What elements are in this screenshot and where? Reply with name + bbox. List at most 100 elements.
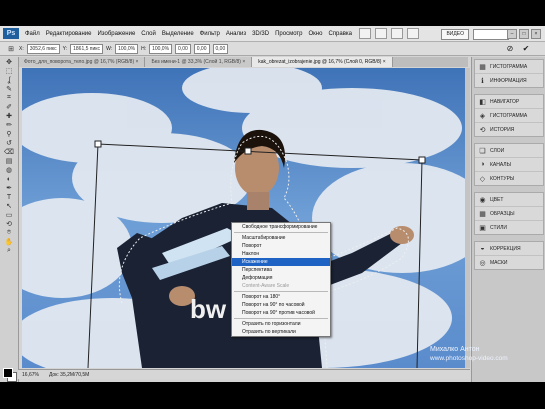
3d-camera-icon[interactable]: ⌾	[2, 229, 16, 237]
panel-button[interactable]: ◑ Каналы	[475, 158, 543, 172]
panel-label: Гистограмма	[490, 63, 528, 70]
pen-icon[interactable]: ✒	[2, 184, 16, 192]
context-menu-item[interactable]: Отразить по горизонтали	[232, 320, 330, 328]
zoom-level-icon[interactable]	[391, 28, 404, 39]
panel-button[interactable]: ⟲ История	[475, 123, 543, 136]
context-menu-item[interactable]: Поворот	[232, 242, 330, 250]
menu-item[interactable]: 3D/3D	[249, 31, 272, 37]
adjustments-icon: ◒	[480, 245, 485, 252]
document-tab[interactable]: kak_obrezat_izobrajenie.jpg @ 16,7% (Сло…	[252, 57, 393, 67]
x-label: X:	[19, 45, 24, 52]
context-menu-item[interactable]: Поворот на 90° против часовой	[232, 309, 330, 317]
quick-select-icon[interactable]: ✎	[2, 85, 16, 93]
menu-item[interactable]: Изображение	[94, 31, 138, 37]
bridge-icon[interactable]	[359, 28, 372, 39]
workspace-switcher[interactable]: ВИДЕО	[441, 29, 469, 40]
context-menu-item[interactable]: Отразить по вертикали	[232, 328, 330, 336]
eraser-icon[interactable]: ⌫	[2, 148, 16, 156]
foreground-color-swatch[interactable]	[3, 368, 13, 378]
arrange-docs-icon[interactable]	[407, 28, 420, 39]
panel-label: Образцы	[490, 210, 515, 217]
panel-button[interactable]: ◈ Гистограмма	[475, 109, 543, 123]
vertical-scrollbar[interactable]	[465, 68, 470, 368]
search-field[interactable]	[473, 29, 509, 40]
crop-icon[interactable]: ⌗	[2, 94, 16, 102]
panel-button[interactable]: ▦ Гистограмма	[475, 60, 543, 74]
panel-group: ❏ Слои ◑ Каналы ◇ Контуры	[474, 143, 544, 186]
close-button[interactable]: ×	[531, 29, 541, 39]
minimize-button[interactable]: –	[507, 29, 517, 39]
panel-button[interactable]: ◇ Контуры	[475, 172, 543, 185]
panel-button[interactable]: ◒ Коррекция	[475, 242, 543, 256]
context-menu-item[interactable]: Перспектива	[232, 266, 330, 274]
mini-bridge-icon[interactable]	[375, 28, 388, 39]
panel-group: ▦ Гистограмма ℹ Информация	[474, 59, 544, 88]
panel-button[interactable]: ▦ Образцы	[475, 207, 543, 221]
menu-item[interactable]: Окно	[306, 31, 326, 37]
reference-point-icon[interactable]: ⊞	[6, 45, 16, 53]
lasso-icon[interactable]: ʆ	[2, 76, 16, 84]
history-brush-icon[interactable]: ↺	[2, 139, 16, 147]
context-menu-item[interactable]: Поворот на 180°	[232, 293, 330, 301]
options-bar: ⊞ X: 3052,6 пикс Y: 1861,5 пикс W: 100,0…	[0, 42, 545, 56]
move-icon[interactable]: ✥	[2, 58, 16, 66]
context-menu-item[interactable]: Свободное трансформирование	[232, 223, 330, 231]
x-field[interactable]: 3052,6 пикс	[26, 43, 60, 54]
type-icon[interactable]: T	[2, 193, 16, 201]
menu-item[interactable]: Фильтр	[197, 31, 223, 37]
panel-label: Слои	[490, 147, 505, 154]
menu-separator	[234, 318, 328, 319]
commit-transform-icon[interactable]: ✔	[521, 44, 531, 53]
panel-button[interactable]: ◧ Навигатор	[475, 95, 543, 109]
zoom-icon[interactable]: ⌕	[2, 247, 16, 255]
menu-item[interactable]: Выделение	[159, 31, 197, 37]
zoom-level[interactable]: 16,67%	[22, 370, 39, 379]
cancel-transform-icon[interactable]: ⊘	[505, 44, 515, 53]
menu-item[interactable]: Редактирование	[43, 31, 95, 37]
y-field[interactable]: 1861,5 пикс	[70, 43, 104, 54]
blur-icon[interactable]: ◍	[2, 166, 16, 174]
hand-icon[interactable]: ✋	[2, 238, 16, 246]
stamp-icon[interactable]: ⚲	[2, 130, 16, 138]
h-skew-field[interactable]: 0,00	[193, 43, 210, 54]
brush-icon[interactable]: ✏	[2, 121, 16, 129]
menu-item[interactable]: Слой	[138, 31, 159, 37]
v-skew-field[interactable]: 0,00	[212, 43, 229, 54]
photoshop-logo: Ps	[3, 28, 19, 39]
path-select-icon[interactable]: ↖	[2, 202, 16, 210]
layers-icon: ❏	[479, 147, 486, 155]
panel-label: Маски	[490, 259, 508, 266]
y-label: Y:	[62, 45, 68, 52]
menu-item[interactable]: Справка	[325, 31, 355, 37]
context-menu-item[interactable]: Деформация	[232, 274, 330, 282]
height-field[interactable]: 100,0%	[149, 43, 173, 54]
panel-button[interactable]: ◉ Цвет	[475, 193, 543, 207]
panel-button[interactable]: ◎ Маски	[475, 256, 543, 269]
shape-icon[interactable]: ▭	[2, 211, 16, 219]
panel-button[interactable]: ℹ Информация	[475, 74, 543, 87]
eyedropper-icon[interactable]: ✐	[2, 103, 16, 111]
panel-button[interactable]: ▣ Стили	[475, 221, 543, 234]
document-tab[interactable]: Без имени-1 @ 33,3% (Слой 1, RGB/8) ×	[145, 57, 253, 67]
menu-item[interactable]: Просмотр	[272, 31, 305, 37]
masks-icon: ◎	[479, 259, 486, 267]
maximize-button[interactable]: □	[519, 29, 529, 39]
gradient-icon[interactable]: ▤	[2, 157, 16, 165]
panel-button[interactable]: ❏ Слои	[475, 144, 543, 158]
context-menu-item[interactable]: Поворот на 90° по часовой	[232, 301, 330, 309]
angle-field[interactable]: 0,00	[175, 43, 191, 54]
context-menu-item[interactable]: Наклон	[232, 250, 330, 258]
panel-label: Коррекция	[490, 245, 521, 252]
menu-item[interactable]: Анализ	[223, 31, 249, 37]
context-menu-item[interactable]: Масштабирование	[232, 234, 330, 242]
width-field[interactable]: 100,0%	[115, 43, 139, 54]
menu-item[interactable]: Файл	[22, 31, 43, 37]
panel-label: Цвет	[490, 196, 504, 203]
dodge-icon[interactable]: ◐	[2, 175, 16, 183]
panel-label: Навигатор	[490, 98, 520, 105]
healing-icon[interactable]: ✚	[2, 112, 16, 120]
3d-rotate-icon[interactable]: ⟲	[2, 220, 16, 228]
document-tab[interactable]: Фото_для_поворота_тело.jpg @ 16,7% (RGB/…	[18, 57, 146, 67]
context-menu-item[interactable]: Искажение	[232, 258, 330, 266]
marquee-icon[interactable]: ⬚	[2, 67, 16, 75]
